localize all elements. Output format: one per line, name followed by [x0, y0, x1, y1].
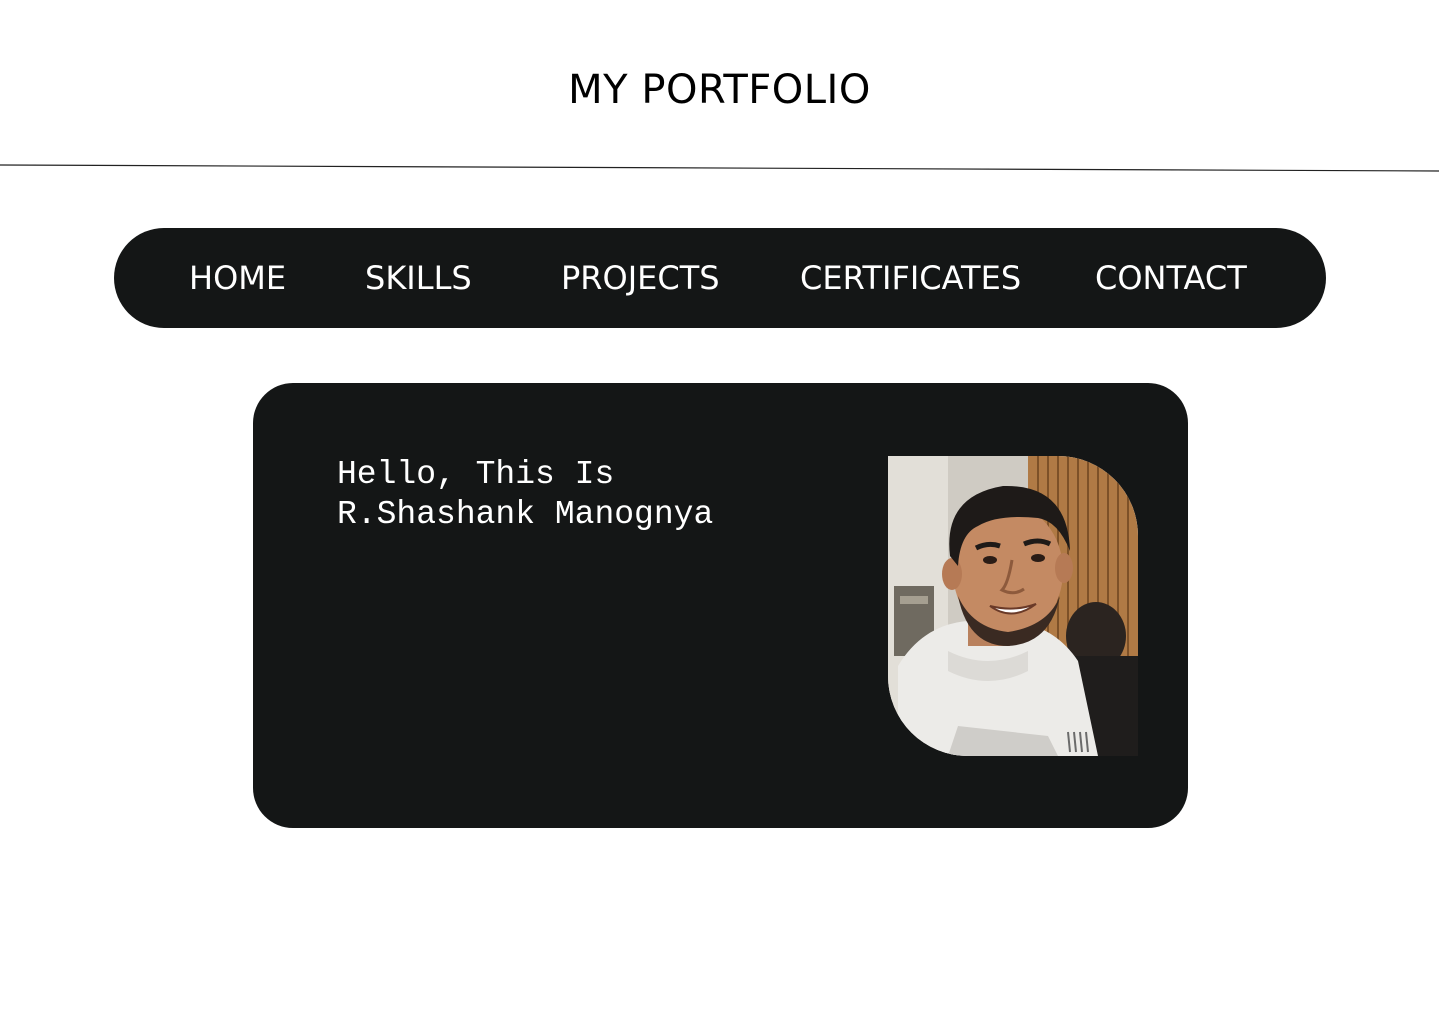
profile-photo [888, 456, 1138, 756]
nav-certificates-link[interactable]: CERTIFICATES [800, 228, 1021, 328]
author-name: R.Shashank Manognya [337, 496, 714, 533]
nav-home-link[interactable]: HOME [189, 228, 286, 328]
hero-greeting: Hello, This Is R.Shashank Manognya [337, 455, 713, 535]
profile-photo-illustration [888, 456, 1138, 756]
nav-contact-link[interactable]: CONTACT [1095, 228, 1247, 328]
greeting-line: Hello, This Is [337, 456, 615, 493]
nav-projects-link[interactable]: PROJECTS [561, 228, 720, 328]
nav-skills-link[interactable]: SKILLS [365, 228, 472, 328]
hero-card: Hello, This Is R.Shashank Manognya [253, 383, 1188, 828]
page-title: MY PORTFOLIO [568, 67, 871, 113]
main-nav: HOME SKILLS PROJECTS CERTIFICATES CONTAC… [114, 228, 1326, 328]
